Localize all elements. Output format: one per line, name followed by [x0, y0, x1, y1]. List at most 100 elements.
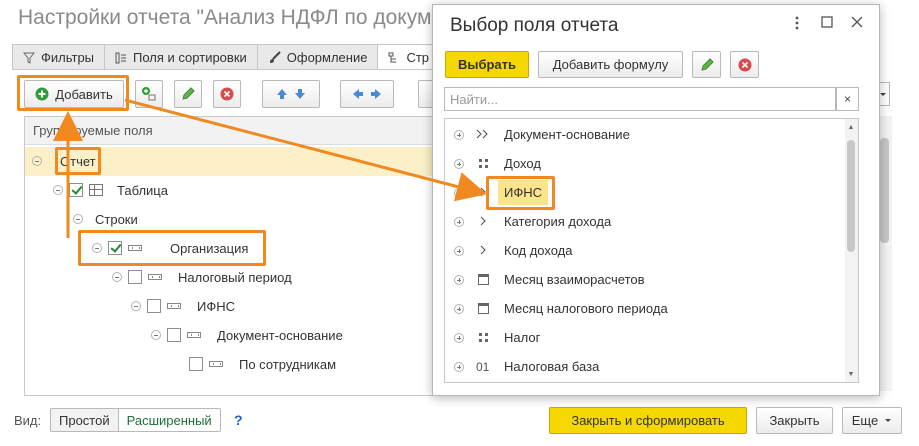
- expand-icon[interactable]: [454, 332, 464, 343]
- tree-row-rows[interactable]: Строки: [73, 208, 138, 230]
- expand-icon[interactable]: [454, 129, 464, 140]
- expand-icon[interactable]: [454, 303, 464, 314]
- field-item-ifns[interactable]: ИФНС: [445, 178, 845, 207]
- expand-icon[interactable]: [454, 361, 464, 372]
- field-item-income[interactable]: Доход: [445, 149, 845, 178]
- dialog-menu-icon[interactable]: [789, 16, 805, 32]
- tab-fields-sorting[interactable]: Поля и сортировки: [104, 44, 258, 70]
- collapse-icon[interactable]: [131, 301, 141, 311]
- chevron-right-icon: [476, 215, 490, 229]
- expand-icon[interactable]: [454, 187, 464, 198]
- delete-icon: [220, 87, 234, 101]
- close-and-generate-button[interactable]: Закрыть и сформировать: [549, 407, 747, 434]
- tree-row-by-employees[interactable]: По сотрудникам: [189, 353, 336, 375]
- checkbox[interactable]: [128, 270, 142, 284]
- tab-filters[interactable]: Фильтры: [12, 44, 106, 70]
- pencil-icon: [700, 57, 714, 71]
- scroll-down-icon[interactable]: ▼: [847, 371, 855, 379]
- tab-bar: Фильтры Поля и сортировки Оформление Стр: [12, 44, 441, 70]
- move-left-right-group: [340, 80, 394, 108]
- field-icon: [148, 274, 162, 280]
- brush-icon: [269, 51, 281, 63]
- move-up-down-group: [262, 80, 320, 108]
- field-item-label: Доход: [504, 156, 541, 171]
- tab-divider: [12, 69, 432, 70]
- tree-scrollbar-thumb[interactable]: [880, 138, 889, 243]
- dialog-title: Выбор поля отчета: [450, 15, 619, 36]
- expand-icon[interactable]: [454, 274, 464, 285]
- add-formula-button[interactable]: Добавить формулу: [538, 51, 683, 78]
- field-item-settlement-month[interactable]: Месяц взаиморасчетов: [445, 265, 845, 294]
- expand-icon[interactable]: [454, 245, 464, 256]
- view-simple-button[interactable]: Простой: [51, 409, 119, 431]
- close-icon[interactable]: [849, 16, 865, 32]
- fields-icon: [115, 52, 127, 63]
- field-icon: [187, 332, 201, 338]
- tree-row-ifns[interactable]: ИФНС: [131, 295, 235, 317]
- checkbox[interactable]: [147, 299, 161, 313]
- field-icon: [209, 361, 223, 367]
- add-group-button[interactable]: [135, 80, 163, 108]
- dialog-delete-button[interactable]: [730, 51, 759, 78]
- collapse-icon[interactable]: [53, 185, 63, 195]
- close-button[interactable]: Закрыть: [756, 407, 833, 434]
- dialog-edit-button[interactable]: [692, 51, 721, 78]
- double-chevron-icon: [476, 128, 490, 142]
- view-mode-switch: Простой Расширенный: [50, 408, 221, 432]
- more-button[interactable]: Еще: [842, 407, 902, 434]
- select-button-label: Выбрать: [457, 57, 517, 72]
- tree-row-organization[interactable]: Организация: [92, 237, 248, 259]
- arrow-right-icon[interactable]: [369, 87, 383, 101]
- clear-search-button[interactable]: ×: [836, 87, 859, 111]
- arrow-up-icon[interactable]: [275, 87, 289, 101]
- expand-icon[interactable]: [454, 216, 464, 227]
- tree-row-label: Организация: [170, 240, 249, 256]
- collapse-icon[interactable]: [32, 156, 42, 166]
- field-icon: [167, 303, 181, 309]
- grid-icon: [479, 159, 488, 168]
- checkbox[interactable]: [189, 357, 203, 371]
- field-item-base-document[interactable]: Документ-основание: [445, 120, 845, 149]
- tree-row-label: Таблица: [117, 182, 168, 198]
- field-item-label: Код дохода: [504, 243, 573, 258]
- maximize-icon[interactable]: [819, 16, 835, 32]
- tab-label: Стр: [406, 50, 430, 65]
- scroll-up-icon[interactable]: ▲: [847, 124, 855, 132]
- collapse-icon[interactable]: [73, 214, 83, 224]
- view-extended-button[interactable]: Расширенный: [118, 409, 220, 431]
- field-item-tax-period-month[interactable]: Месяц налогового периода: [445, 294, 845, 323]
- search-input[interactable]: [445, 88, 835, 110]
- collapse-icon[interactable]: [151, 330, 161, 340]
- add-button[interactable]: Добавить: [24, 80, 124, 108]
- checkbox[interactable]: [108, 241, 122, 255]
- tree-row-table[interactable]: Таблица: [53, 179, 168, 201]
- tab-structure[interactable]: Стр: [377, 44, 441, 70]
- select-button[interactable]: Выбрать: [445, 51, 529, 78]
- search-field: [444, 87, 836, 111]
- field-item-label: Месяц взаиморасчетов: [504, 272, 645, 287]
- help-link[interactable]: ?: [234, 412, 243, 428]
- tree-row-label: Налоговый период: [178, 269, 292, 285]
- list-scrollbar-thumb[interactable]: [847, 140, 855, 252]
- tab-appearance[interactable]: Оформление: [256, 44, 379, 70]
- field-item-income-category[interactable]: Категория дохода: [445, 207, 845, 236]
- collapse-icon[interactable]: [92, 243, 102, 253]
- field-item-tax[interactable]: Налог: [445, 323, 845, 352]
- field-item-label: Месяц налогового периода: [504, 301, 668, 316]
- checkbox[interactable]: [167, 328, 181, 342]
- tree-row-report[interactable]: Отчет: [32, 150, 96, 172]
- edit-button[interactable]: [174, 80, 202, 108]
- field-item-tax-base[interactable]: 01 Налоговая база: [445, 352, 845, 381]
- delete-button[interactable]: [213, 80, 241, 108]
- tree-row-label: Документ-основание: [217, 327, 343, 343]
- collapse-icon[interactable]: [112, 272, 122, 282]
- grid-icon: [479, 333, 488, 342]
- arrow-down-icon[interactable]: [293, 87, 307, 101]
- field-item-income-code[interactable]: Код дохода: [445, 236, 845, 265]
- arrow-left-icon[interactable]: [351, 87, 365, 101]
- checkbox[interactable]: [69, 183, 83, 197]
- expand-icon[interactable]: [454, 158, 464, 169]
- tree-row-base-document[interactable]: Документ-основание: [151, 324, 343, 346]
- tree-row-tax-period[interactable]: Налоговый период: [112, 266, 292, 288]
- window-title: Настройки отчета "Анализ НДФЛ по докумен…: [18, 6, 491, 29]
